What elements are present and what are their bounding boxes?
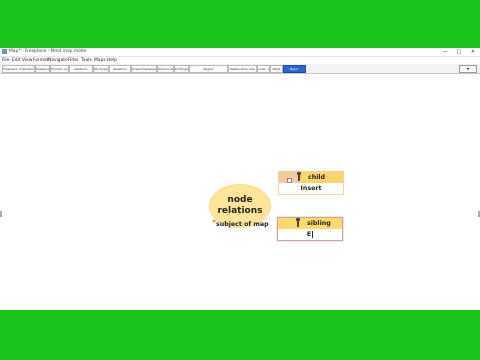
sibling-node-header: sibling [278, 218, 342, 229]
tab-pruefungen[interactable]: Prüfungen [174, 65, 189, 73]
title-bar: Map* - Freeplane - Mind map mode — □ ✕ [0, 48, 480, 57]
tab-node-subject[interactable]: node - subject of map [257, 65, 270, 73]
tab-kommunikation[interactable]: Kommunikation [157, 65, 174, 73]
menu-tools[interactable]: Tools [81, 57, 92, 64]
menu-view[interactable]: View [22, 57, 32, 64]
tab-regeln[interactable]: Regeln [189, 65, 228, 73]
menu-edit[interactable]: Edit [12, 57, 21, 64]
green-frame-bottom [0, 310, 480, 360]
tab-map1-active[interactable]: Map1* [283, 65, 306, 73]
sibling-node-text: E [306, 231, 312, 238]
menu-format[interactable]: Format [33, 57, 48, 64]
left-fold-mark [0, 211, 2, 217]
root-node-subtitle: subject of map [216, 221, 269, 228]
app-window: Map* - Freeplane - Mind map mode — □ ✕ F… [0, 48, 480, 310]
tab-gefahren[interactable]: Gefahren [69, 65, 93, 73]
sibling-node-label: sibling [307, 220, 331, 227]
child-node-body: Insert [300, 185, 322, 192]
small-icon: ✱ [212, 219, 217, 225]
menu-navigate[interactable]: Navigate [48, 57, 68, 64]
pin-icon [296, 218, 300, 227]
green-frame-top [0, 0, 480, 48]
sibling-node[interactable]: sibling E [277, 217, 343, 241]
sibling-node-editor[interactable]: E [278, 229, 342, 240]
menu-bar: File Edit View Format Navigate Filter To… [0, 57, 480, 64]
menu-file[interactable]: File [2, 57, 9, 64]
text-cursor [312, 230, 314, 238]
pin-icon [297, 172, 301, 181]
resize-handle[interactable] [287, 178, 292, 183]
close-icon[interactable]: ✕ [469, 48, 477, 56]
tab-tutorial[interactable]: freeplane_tutorial [35, 65, 50, 73]
minimize-icon[interactable]: — [441, 48, 449, 56]
menu-maps[interactable]: Maps [94, 57, 106, 64]
window-title: Map* - Freeplane - Mind map mode [9, 49, 87, 54]
menu-help[interactable]: Help [107, 57, 117, 64]
menu-filter[interactable]: Filter [68, 57, 79, 64]
child-node[interactable]: child Insert [278, 171, 344, 195]
tab-relations[interactable]: Relations [109, 65, 131, 73]
maximize-icon[interactable]: □ [455, 48, 463, 56]
tab-important-features[interactable]: Freeplane: Important Features [2, 65, 35, 73]
child-node-label: child [308, 174, 326, 181]
root-node-line2: relations [217, 206, 263, 216]
tab-zusammenfassung[interactable]: Zusammenfassung [131, 65, 157, 73]
tab-map1-inactive[interactable]: Map1 [270, 65, 283, 73]
app-icon [2, 49, 7, 54]
root-node-line1: node [227, 195, 253, 205]
tab-relationship-map[interactable]: Relationship map [228, 65, 257, 73]
zoom-dropdown[interactable]: ▼ [459, 65, 477, 73]
tab-mindmaps[interactable]: Mindmaps [93, 65, 109, 73]
map-tabs-toolbar: Freeplane: Important Features freeplane_… [0, 64, 480, 74]
tab-formeln[interactable]: Formeln und Wachstum [50, 65, 69, 73]
